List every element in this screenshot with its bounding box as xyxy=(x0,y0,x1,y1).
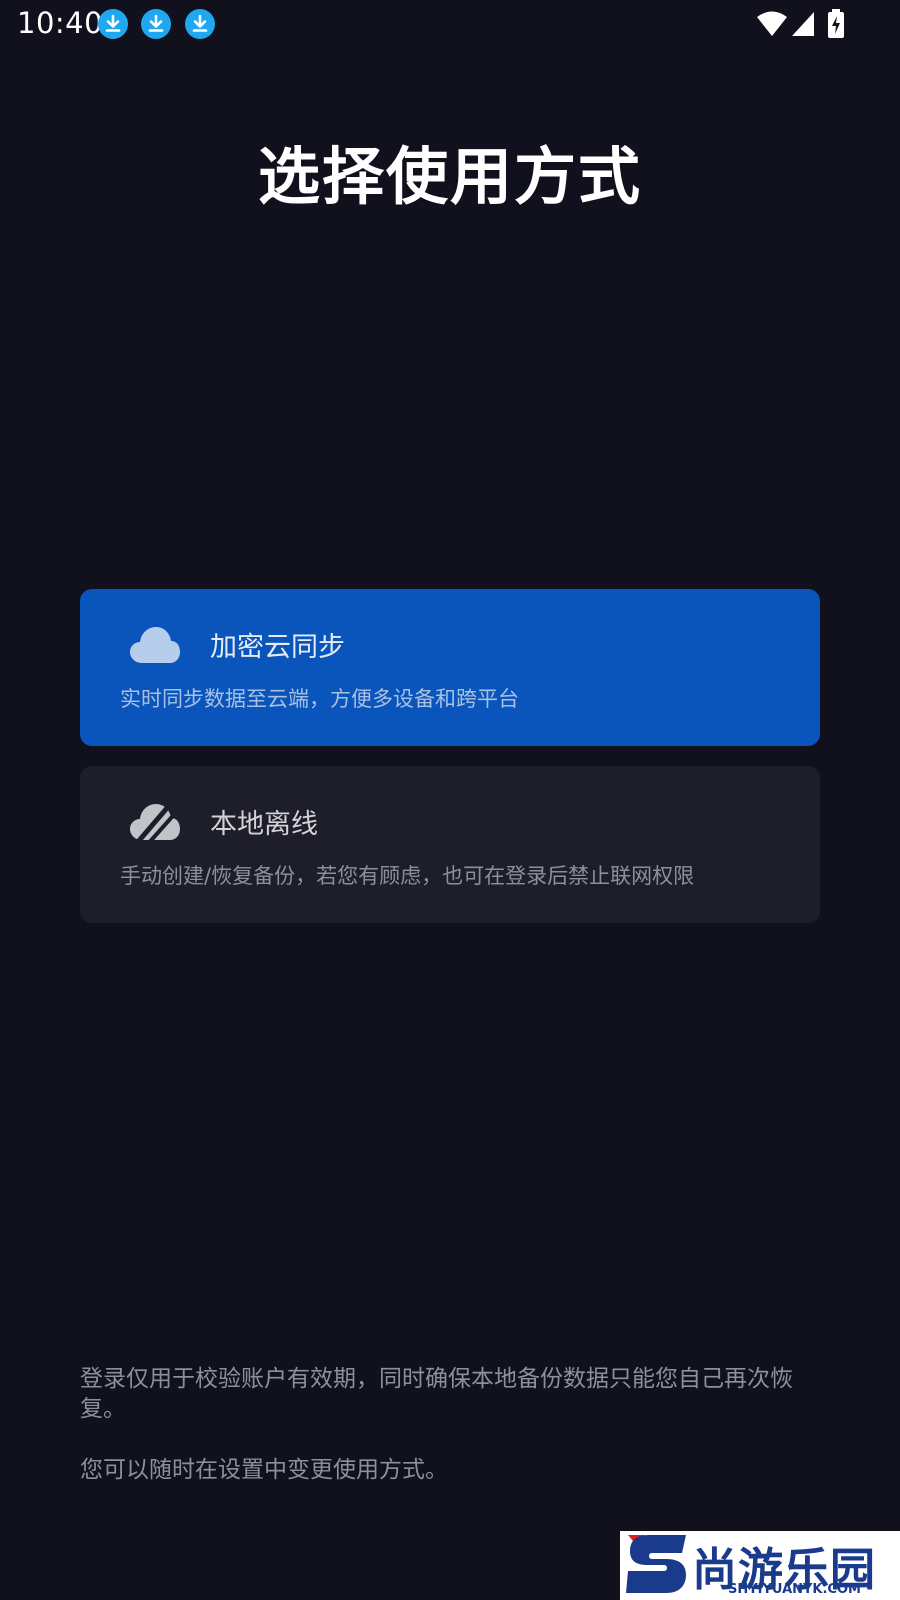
option-title: 加密云同步 xyxy=(210,632,345,663)
wifi-icon xyxy=(757,11,787,36)
watermark: 尚游乐园 SHYIYUANYK.COM xyxy=(620,1531,900,1600)
option-cloud-sync[interactable]: 加密云同步 实时同步数据至云端，方便多设备和跨平台 xyxy=(80,589,820,746)
screen: 10:40 选择使用方式 加密云同步 实时同步数据至云端，方便多设备和跨平台 本… xyxy=(0,0,900,1600)
settings-note: 您可以随时在设置中变更使用方式。 xyxy=(80,1457,448,1483)
option-description: 实时同步数据至云端，方便多设备和跨平台 xyxy=(120,687,519,711)
status-time: 10:40 xyxy=(17,6,104,40)
watermark-logo-icon xyxy=(626,1535,686,1593)
option-title: 本地离线 xyxy=(210,809,318,840)
page-title: 选择使用方式 xyxy=(257,140,642,213)
status-bar: 10:40 xyxy=(0,0,900,50)
download-icon xyxy=(185,9,215,39)
signal-icon xyxy=(792,12,814,36)
battery-charging-icon xyxy=(828,9,844,38)
download-icon xyxy=(98,9,128,39)
download-icon xyxy=(141,9,171,39)
login-note: 登录仅用于校验账户有效期，同时确保本地备份数据只能您自己再次恢复。 xyxy=(80,1366,793,1422)
cloud-off-icon xyxy=(130,800,181,844)
cloud-icon xyxy=(130,627,180,663)
option-local-offline[interactable]: 本地离线 手动创建/恢复备份，若您有顾虑，也可在登录后禁止联网权限 xyxy=(80,766,820,923)
option-description: 手动创建/恢复备份，若您有顾虑，也可在登录后禁止联网权限 xyxy=(120,864,695,888)
watermark-en: SHYIYUANYK.COM xyxy=(728,1582,861,1597)
